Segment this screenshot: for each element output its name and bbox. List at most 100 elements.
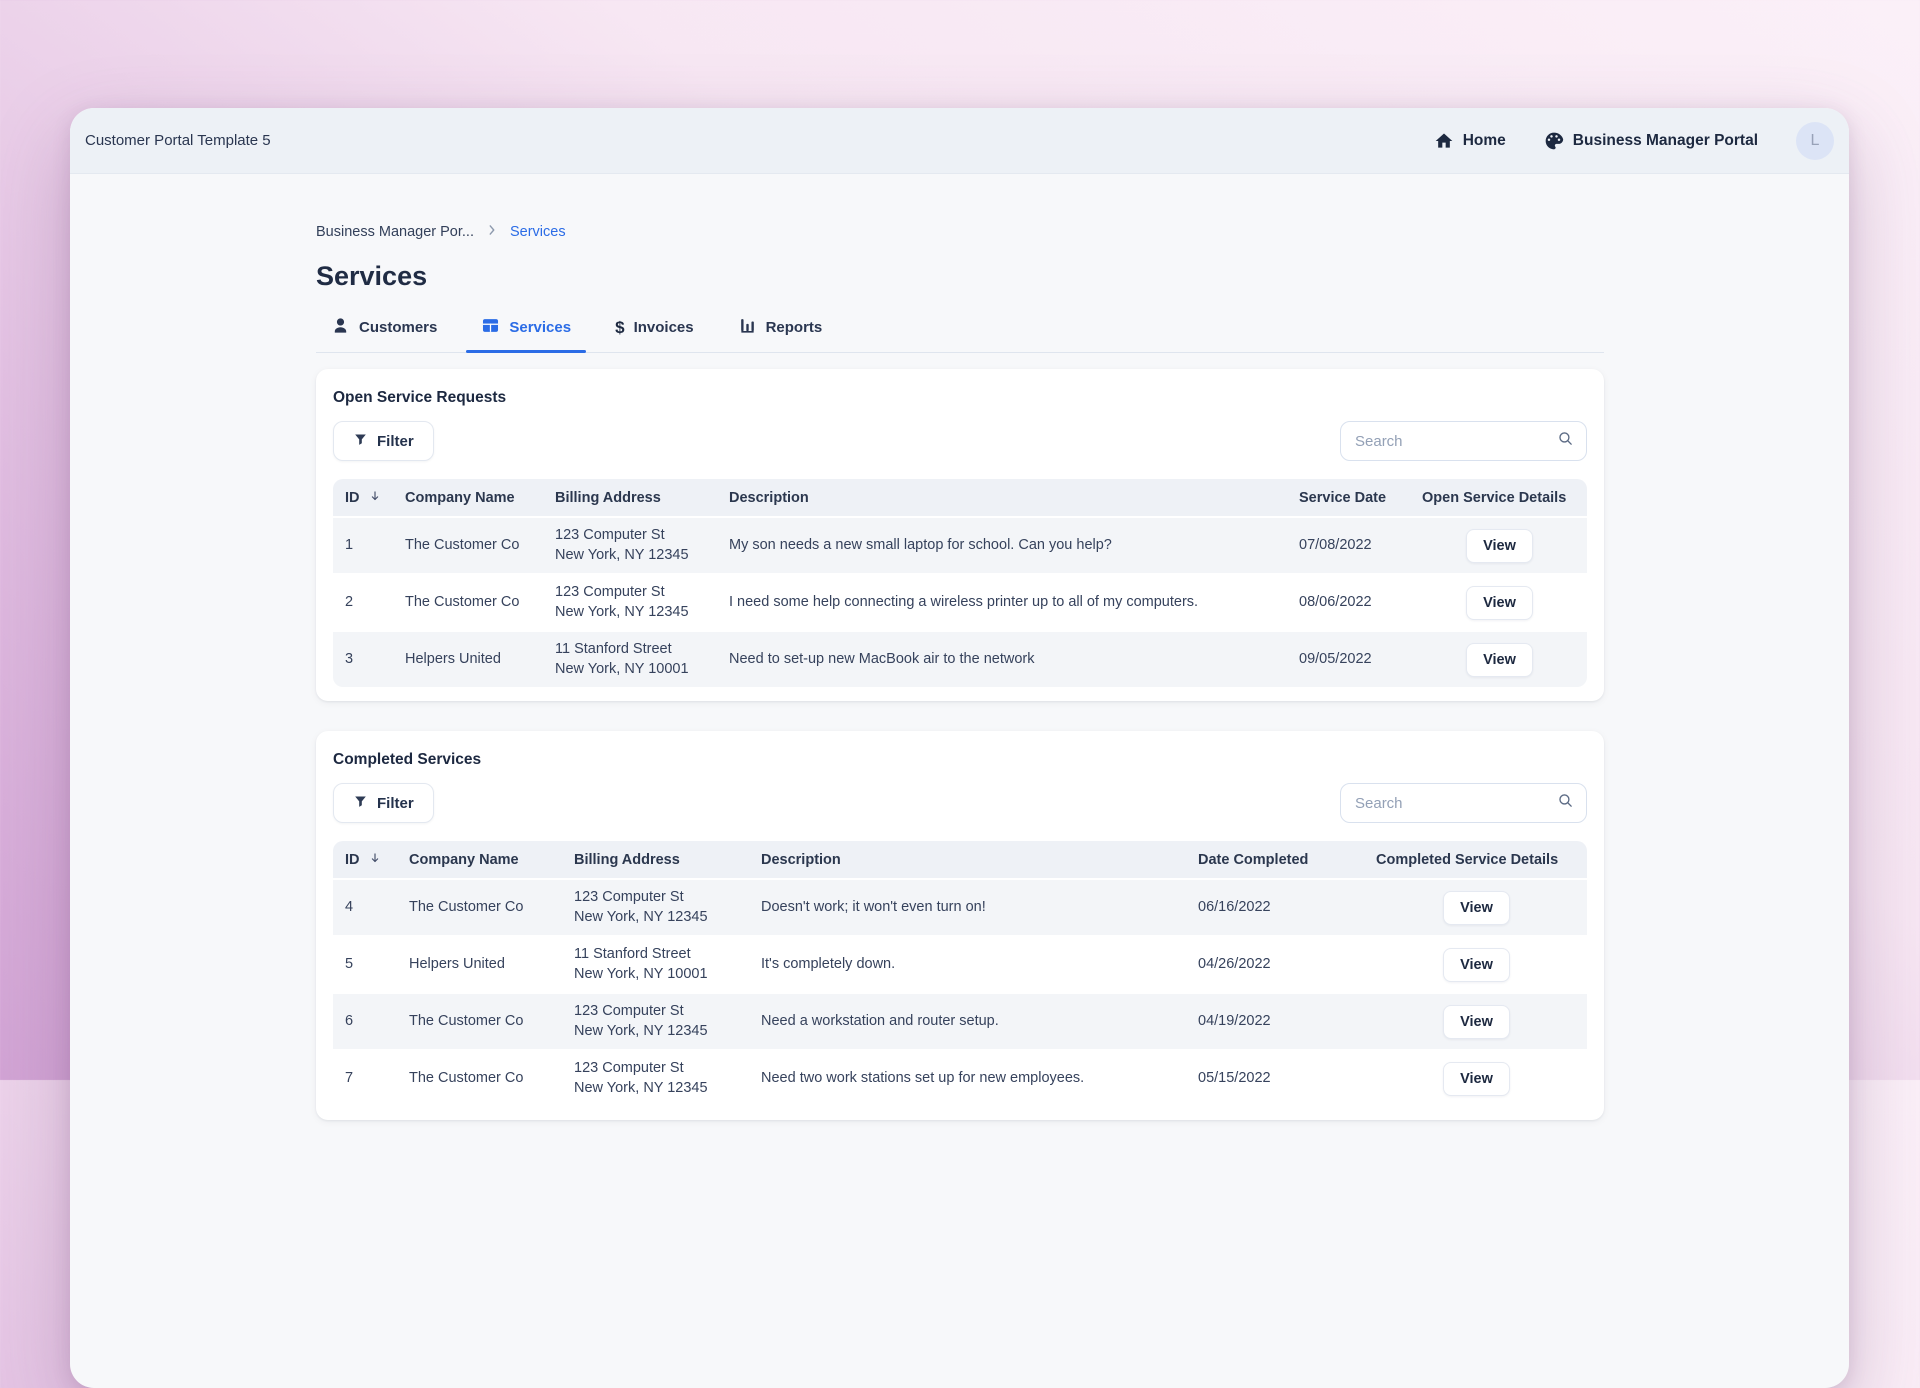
open-requests-toolbar: Filter [333, 421, 1587, 461]
column-header-service-date[interactable]: Service Date [1289, 479, 1412, 516]
cell-service-date: 08/06/2022 [1289, 573, 1412, 630]
completed-services-title: Completed Services [333, 751, 1587, 769]
bar-chart-icon [738, 316, 757, 339]
cell-id: 6 [333, 992, 399, 1049]
tab-services-label: Services [509, 319, 571, 336]
column-header-date-completed[interactable]: Date Completed [1188, 841, 1366, 878]
column-header-billing-address[interactable]: Billing Address [564, 841, 751, 878]
cell-billing-address: 123 Computer St New York, NY 12345 [545, 516, 719, 573]
search-icon[interactable] [1557, 430, 1574, 452]
table-row: 2 The Customer Co 123 Computer St New Yo… [333, 573, 1587, 630]
table-header-row: ID Company Name Billing Address Descript… [333, 479, 1587, 516]
filter-button[interactable]: Filter [333, 421, 434, 461]
column-header-details[interactable]: Open Service Details [1412, 479, 1587, 516]
breadcrumb-parent-link[interactable]: Business Manager Por... [316, 224, 474, 240]
view-button[interactable]: View [1466, 586, 1533, 620]
column-header-details[interactable]: Completed Service Details [1366, 841, 1587, 878]
view-button[interactable]: View [1443, 948, 1510, 982]
cell-description: Need to set-up new MacBook air to the ne… [719, 630, 1289, 687]
completed-services-card: Completed Services Filter [316, 731, 1604, 1120]
view-button[interactable]: View [1466, 529, 1533, 563]
top-bar: Customer Portal Template 5 Home Business… [70, 108, 1849, 174]
cell-company: The Customer Co [395, 516, 545, 573]
search-input[interactable] [1340, 783, 1587, 823]
search-icon[interactable] [1557, 792, 1574, 814]
cell-id: 7 [333, 1049, 399, 1106]
view-button[interactable]: View [1466, 643, 1533, 677]
app-title: Customer Portal Template 5 [85, 132, 271, 149]
cell-company: Helpers United [399, 935, 564, 992]
cell-description: It's completely down. [751, 935, 1188, 992]
cell-company: The Customer Co [395, 573, 545, 630]
table-header-row: ID Company Name Billing Address Descript… [333, 841, 1587, 878]
table-row: 3 Helpers United 11 Stanford Street New … [333, 630, 1587, 687]
sort-descending-icon[interactable] [368, 489, 382, 507]
table-icon [481, 316, 500, 339]
column-header-billing-address[interactable]: Billing Address [545, 479, 719, 516]
cell-billing-address: 11 Stanford Street New York, NY 10001 [545, 630, 719, 687]
user-avatar[interactable]: L [1796, 122, 1834, 160]
table-row: 1 The Customer Co 123 Computer St New Yo… [333, 516, 1587, 573]
breadcrumb-current[interactable]: Services [510, 224, 566, 240]
cell-date-completed: 04/19/2022 [1188, 992, 1366, 1049]
cell-service-date: 07/08/2022 [1289, 516, 1412, 573]
cell-billing-address: 11 Stanford Street New York, NY 10001 [564, 935, 751, 992]
funnel-icon [353, 794, 368, 813]
search-input[interactable] [1340, 421, 1587, 461]
user-icon [331, 316, 350, 339]
column-header-description[interactable]: Description [719, 479, 1289, 516]
column-header-description[interactable]: Description [751, 841, 1188, 878]
breadcrumb: Business Manager Por... Services [316, 223, 1604, 241]
tab-reports[interactable]: Reports [723, 316, 838, 352]
cell-company: The Customer Co [399, 992, 564, 1049]
cell-service-date: 09/05/2022 [1289, 630, 1412, 687]
sort-descending-icon[interactable] [368, 851, 382, 869]
funnel-icon [353, 432, 368, 451]
cell-date-completed: 06/16/2022 [1188, 878, 1366, 935]
cell-date-completed: 04/26/2022 [1188, 935, 1366, 992]
view-button[interactable]: View [1443, 1005, 1510, 1039]
search-box [1340, 421, 1587, 461]
palette-icon [1544, 131, 1564, 151]
column-header-id[interactable]: ID [333, 479, 395, 516]
open-service-requests-card: Open Service Requests Filter [316, 369, 1604, 701]
chevron-right-icon [485, 223, 499, 241]
filter-button-label: Filter [377, 795, 414, 812]
filter-button[interactable]: Filter [333, 783, 434, 823]
table-row: 5 Helpers United 11 Stanford Street New … [333, 935, 1587, 992]
completed-services-toolbar: Filter [333, 783, 1587, 823]
home-icon [1434, 131, 1454, 151]
cell-billing-address: 123 Computer St New York, NY 12345 [564, 1049, 751, 1106]
tab-services[interactable]: Services [466, 316, 586, 352]
cell-billing-address: 123 Computer St New York, NY 12345 [564, 992, 751, 1049]
tab-customers[interactable]: Customers [316, 316, 452, 352]
column-header-id[interactable]: ID [333, 841, 399, 878]
page-title: Services [316, 261, 1604, 292]
cell-description: Doesn't work; it won't even turn on! [751, 878, 1188, 935]
view-button[interactable]: View [1443, 1062, 1510, 1096]
cell-description: Need a workstation and router setup. [751, 992, 1188, 1049]
table-row: 6 The Customer Co 123 Computer St New Yo… [333, 992, 1587, 1049]
tab-reports-label: Reports [766, 319, 823, 336]
table-row: 7 The Customer Co 123 Computer St New Yo… [333, 1049, 1587, 1106]
cell-billing-address: 123 Computer St New York, NY 12345 [545, 573, 719, 630]
cell-id: 2 [333, 573, 395, 630]
cell-id: 5 [333, 935, 399, 992]
nav-home[interactable]: Home [1434, 131, 1506, 151]
cell-company: The Customer Co [399, 878, 564, 935]
column-header-company[interactable]: Company Name [399, 841, 564, 878]
cell-date-completed: 05/15/2022 [1188, 1049, 1366, 1106]
page-content: Business Manager Por... Services Service… [316, 223, 1604, 1120]
tab-invoices-label: Invoices [634, 319, 694, 336]
column-header-company[interactable]: Company Name [395, 479, 545, 516]
view-button[interactable]: View [1443, 891, 1510, 925]
cell-company: The Customer Co [399, 1049, 564, 1106]
tab-invoices[interactable]: $ Invoices [600, 316, 709, 352]
filter-button-label: Filter [377, 433, 414, 450]
nav-portal-label: Business Manager Portal [1573, 132, 1758, 150]
search-box [1340, 783, 1587, 823]
cell-billing-address: 123 Computer St New York, NY 12345 [564, 878, 751, 935]
open-requests-table: ID Company Name Billing Address Descript… [333, 479, 1587, 687]
nav-business-manager-portal[interactable]: Business Manager Portal [1544, 131, 1758, 151]
completed-services-table: ID Company Name Billing Address Descript… [333, 841, 1587, 1106]
